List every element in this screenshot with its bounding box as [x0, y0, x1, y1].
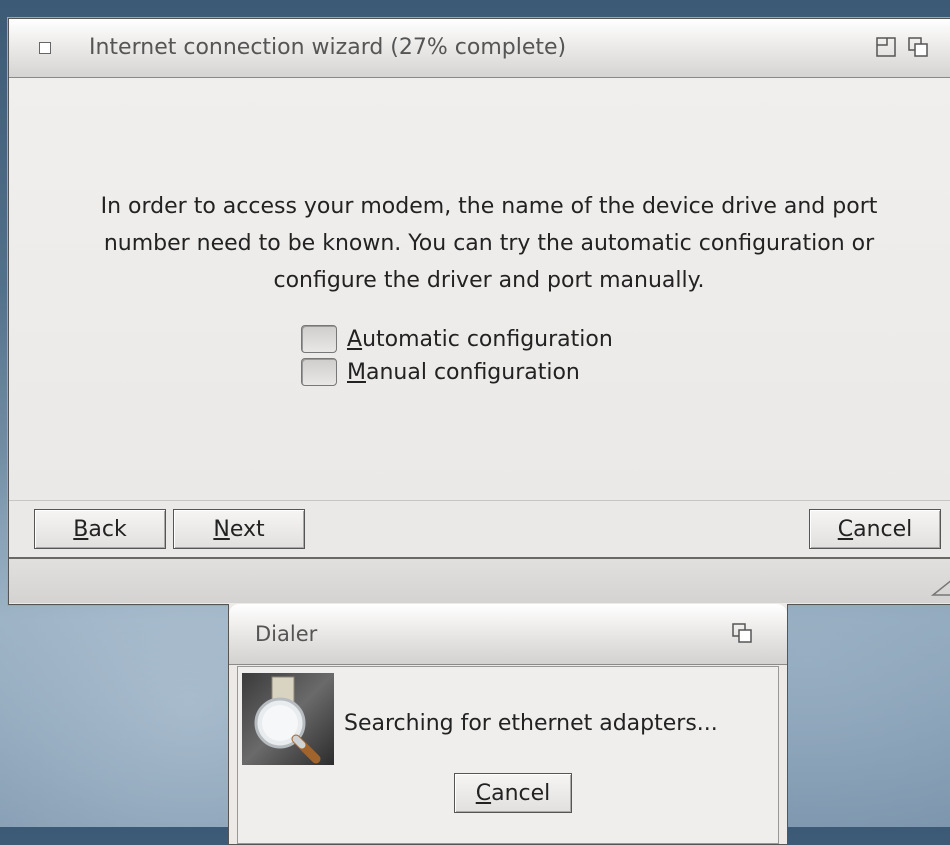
- dialer-body: Searching for ethernet adapters... Cance…: [237, 666, 779, 844]
- dialer-titlebar[interactable]: Dialer: [229, 604, 787, 665]
- cancel-button[interactable]: Cancel: [809, 509, 941, 549]
- manual-configuration-checkbox[interactable]: [301, 358, 337, 386]
- wizard-content: In order to access your modem, the name …: [9, 78, 950, 500]
- magnifier-icon: [242, 673, 334, 765]
- back-button[interactable]: Back: [34, 509, 166, 549]
- dialer-status: Searching for ethernet adapters...: [344, 711, 718, 736]
- wizard-window: Internet connection wizard (27% complete…: [8, 18, 950, 605]
- maximize-icon[interactable]: [875, 36, 897, 58]
- manual-configuration-option[interactable]: Manual configuration: [301, 357, 580, 387]
- dialer-window: Dialer Searching for ethernet adapters..…: [228, 604, 788, 845]
- manual-configuration-label: Manual configuration: [347, 359, 580, 385]
- automatic-configuration-label: Automatic configuration: [347, 326, 613, 352]
- automatic-configuration-checkbox[interactable]: [301, 325, 337, 353]
- dialer-title: Dialer: [255, 622, 318, 646]
- wizard-statusbar: [9, 559, 950, 603]
- resize-grip-icon[interactable]: [930, 577, 950, 597]
- depth-icon[interactable]: [907, 36, 929, 58]
- wizard-message: In order to access your modem, the name …: [100, 194, 878, 293]
- wizard-title: Internet connection wizard (27% complete…: [89, 35, 567, 60]
- window-menu-icon[interactable]: [39, 42, 51, 54]
- depth-icon[interactable]: [731, 622, 753, 644]
- next-button[interactable]: Next: [173, 509, 305, 549]
- wizard-button-row: Back Next Cancel: [9, 501, 950, 559]
- wizard-titlebar[interactable]: Internet connection wizard (27% complete…: [9, 19, 950, 78]
- automatic-configuration-option[interactable]: Automatic configuration: [301, 324, 613, 354]
- dialer-cancel-button[interactable]: Cancel: [454, 773, 572, 813]
